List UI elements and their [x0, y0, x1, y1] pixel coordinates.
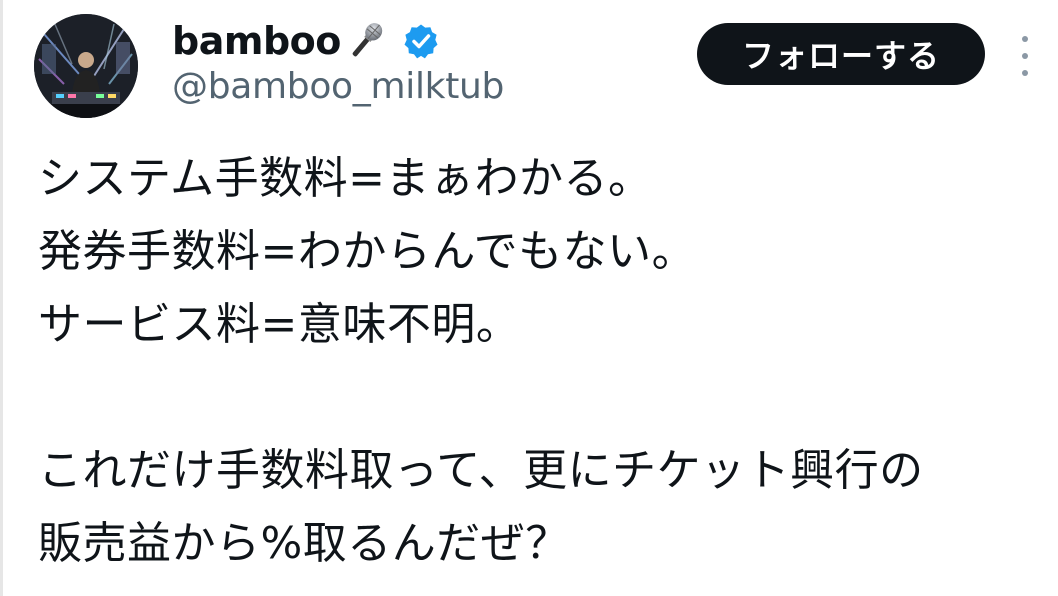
tweet-line: これだけ手数料取って、更にチケット興行の: [38, 445, 924, 496]
tweet-line: 販売益から%取るんだぜ？: [38, 518, 570, 569]
more-dot: [1022, 36, 1028, 42]
avatar[interactable]: [34, 14, 138, 118]
tweet-line: サービス料=意味不明。: [38, 299, 521, 350]
tweet-text: システム手数料=まぁわかる。 発券手数料=わからんでもない。 サービス料=意味不…: [38, 142, 1038, 580]
tweet: bamboo @bamboo_milktub フォローする システム手数料=まぁ…: [0, 0, 1058, 596]
tweet-line: システム手数料=まぁわかる。: [38, 153, 653, 204]
more-options-icon[interactable]: [1014, 36, 1036, 76]
verified-badge-icon[interactable]: [403, 23, 439, 59]
user-handle[interactable]: @bamboo_milktub: [172, 66, 504, 107]
more-dot: [1022, 53, 1028, 59]
display-name[interactable]: bamboo: [172, 19, 341, 63]
microphone-icon: [343, 18, 389, 64]
tweet-line: 発券手数料=わからんでもない。: [38, 226, 697, 277]
name-row: bamboo: [172, 14, 439, 68]
follow-button[interactable]: フォローする: [697, 23, 985, 85]
avatar-image: [34, 14, 138, 118]
more-dot: [1022, 70, 1028, 76]
